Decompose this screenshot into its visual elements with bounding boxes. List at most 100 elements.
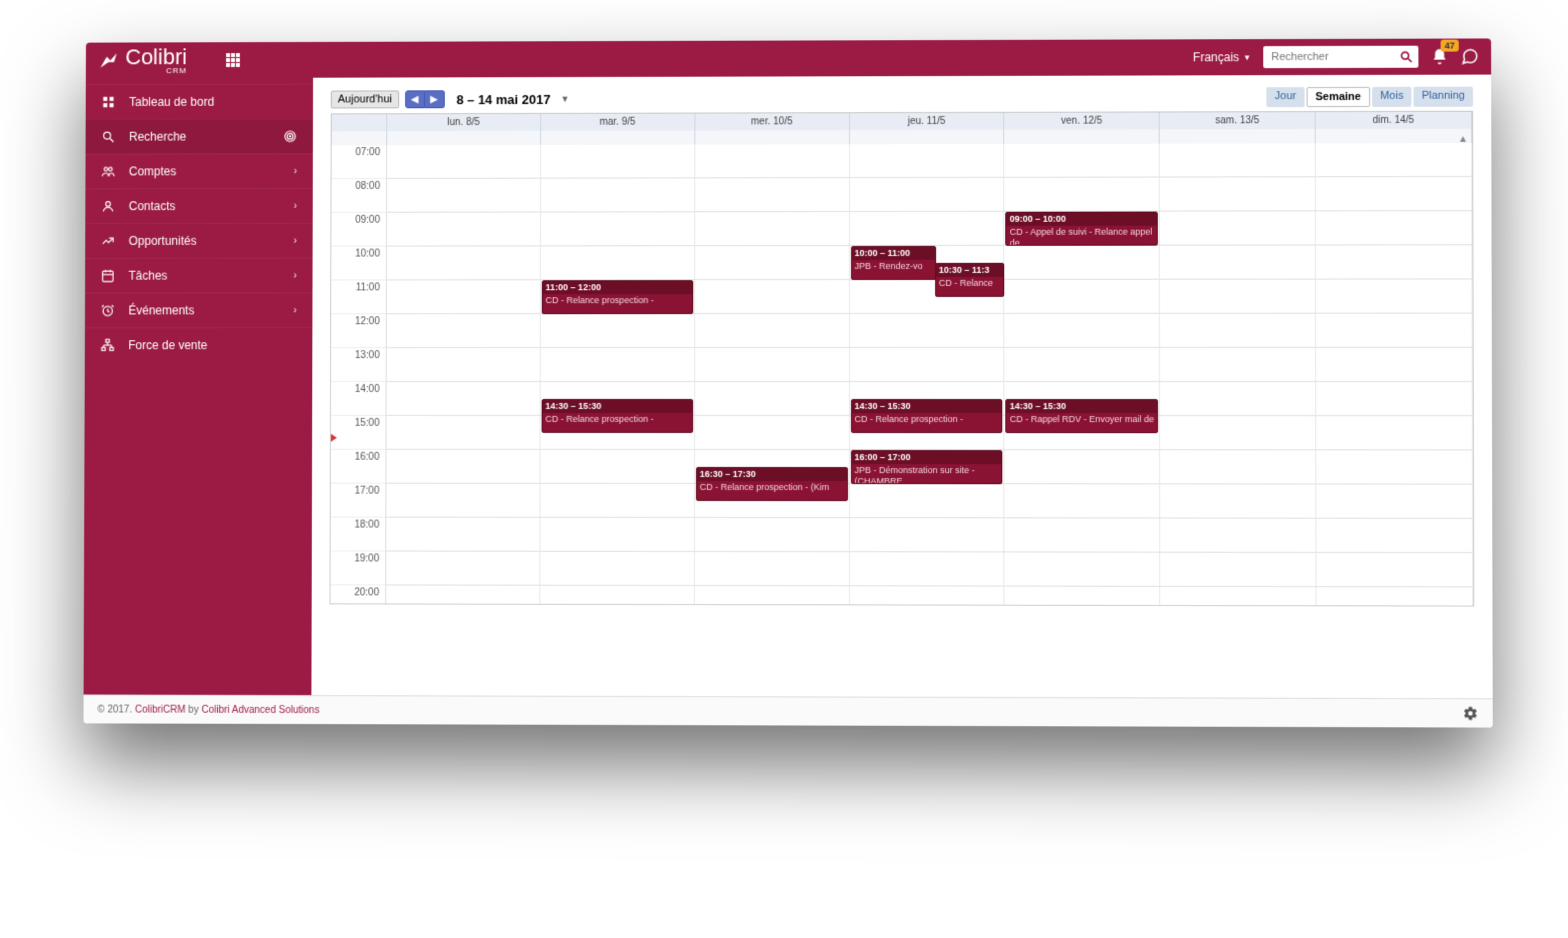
day-cell[interactable] [540, 518, 694, 552]
day-cell[interactable] [1316, 279, 1472, 313]
day-cell[interactable] [695, 348, 850, 382]
day-cell[interactable] [1160, 519, 1316, 553]
view-month[interactable]: Mois [1372, 87, 1412, 107]
day-cell[interactable] [1317, 587, 1474, 605]
day-cell[interactable] [1160, 450, 1316, 484]
day-cell[interactable] [386, 585, 540, 605]
day-cell[interactable] [850, 144, 1005, 178]
calendar-event[interactable]: 16:30 – 17:30CD - Relance prospection - … [696, 467, 848, 501]
calendar-event[interactable]: 14:30 – 15:30CD - Relance prospection - [851, 399, 1003, 433]
day-cell[interactable] [849, 586, 1004, 605]
day-cell[interactable] [540, 586, 695, 606]
nav-contacts[interactable]: Contacts › [85, 188, 312, 223]
day-header[interactable]: mar. 9/5 [541, 114, 695, 131]
day-cell[interactable] [1160, 211, 1316, 245]
day-cell[interactable] [1316, 382, 1473, 416]
calendar-event[interactable]: 11:00 – 12:00CD - Relance prospection - [542, 280, 693, 314]
day-cell[interactable] [386, 416, 540, 450]
footer-app-link[interactable]: ColibriCRM [135, 704, 186, 715]
day-cell[interactable] [1316, 245, 1472, 279]
day-cell[interactable] [540, 450, 694, 484]
day-cell[interactable] [695, 552, 850, 586]
day-cell[interactable] [540, 484, 694, 518]
day-cell[interactable] [695, 382, 850, 416]
day-cell[interactable] [1005, 587, 1161, 606]
day-header[interactable]: sam. 13/5 [1160, 112, 1316, 129]
date-dropdown-icon[interactable]: ▼ [560, 94, 569, 104]
brand-logo[interactable]: Colibri CRM [98, 46, 187, 75]
day-cell[interactable] [541, 314, 695, 348]
day-cell[interactable] [850, 348, 1005, 382]
day-cell[interactable] [1316, 314, 1472, 348]
day-cell[interactable] [386, 552, 540, 586]
today-button[interactable]: Aujourd'hui [331, 90, 399, 108]
day-cell[interactable] [387, 246, 541, 280]
calendar-scroll[interactable]: 07:0008:0009:0010:0011:0012:0013:0014:00… [331, 143, 1474, 606]
day-header[interactable]: jeu. 11/5 [850, 113, 1005, 130]
day-cell[interactable] [695, 416, 850, 450]
day-cell[interactable] [695, 144, 850, 178]
search-button[interactable] [1394, 46, 1418, 68]
settings-icon[interactable] [1462, 705, 1478, 721]
day-cell[interactable] [541, 246, 695, 280]
view-planning[interactable]: Planning [1414, 87, 1473, 107]
day-cell[interactable] [1005, 450, 1161, 484]
day-cell[interactable] [1005, 484, 1161, 518]
day-header[interactable]: ven. 12/5 [1005, 112, 1160, 129]
day-cell[interactable] [1317, 519, 1474, 553]
day-cell[interactable] [1160, 143, 1316, 177]
day-cell[interactable] [387, 382, 541, 416]
day-cell[interactable] [850, 314, 1005, 348]
day-cell[interactable] [1005, 518, 1161, 552]
day-cell[interactable] [1160, 280, 1316, 314]
day-cell[interactable] [540, 552, 694, 586]
day-cell[interactable] [849, 552, 1004, 586]
day-cell[interactable] [541, 178, 695, 212]
day-cell[interactable] [1005, 246, 1161, 280]
day-cell[interactable] [1005, 178, 1160, 212]
apps-icon[interactable] [226, 53, 240, 67]
day-cell[interactable] [387, 179, 541, 213]
footer-company-link[interactable]: Colibri Advanced Solutions [201, 704, 319, 715]
day-cell[interactable] [695, 586, 850, 606]
day-cell[interactable] [387, 145, 541, 179]
day-cell[interactable] [1005, 144, 1160, 178]
calendar-event[interactable]: 09:00 – 10:00CD - Appel de suivi - Relan… [1006, 212, 1158, 246]
day-cell[interactable] [1316, 485, 1473, 519]
day-cell[interactable] [695, 314, 850, 348]
calendar-event[interactable]: 10:00 – 11:00JPB - Rendez-vo [851, 246, 936, 280]
nav-dashboard[interactable]: Tableau de bord [86, 84, 313, 119]
day-cell[interactable] [1316, 211, 1472, 245]
language-selector[interactable]: Français ▼ [1193, 50, 1251, 64]
calendar-event[interactable]: 14:30 – 15:30CD - Relance prospection - [541, 399, 692, 433]
day-cell[interactable] [1005, 552, 1161, 586]
prev-button[interactable]: ◀ [405, 90, 425, 108]
day-cell[interactable] [1316, 177, 1472, 211]
nav-accounts[interactable]: Comptes › [85, 153, 312, 188]
day-cell[interactable] [1160, 416, 1316, 450]
nav-search[interactable]: Recherche [86, 118, 313, 153]
day-cell[interactable] [1316, 416, 1473, 450]
next-button[interactable]: ▶ [425, 90, 445, 108]
view-week[interactable]: Semaine [1306, 87, 1370, 107]
day-cell[interactable] [1160, 177, 1316, 211]
day-cell[interactable] [541, 212, 695, 246]
day-cell[interactable] [1316, 450, 1473, 484]
day-cell[interactable] [695, 212, 850, 246]
day-cell[interactable] [695, 246, 850, 280]
search-input[interactable] [1263, 51, 1394, 63]
day-cell[interactable] [1160, 245, 1316, 279]
day-cell[interactable] [387, 213, 541, 247]
day-cell[interactable] [386, 518, 540, 552]
view-day[interactable]: Jour [1267, 87, 1305, 107]
day-cell[interactable] [850, 212, 1005, 246]
day-cell[interactable] [1160, 484, 1316, 518]
day-cell[interactable] [1160, 553, 1316, 587]
day-cell[interactable] [541, 348, 695, 382]
nav-org[interactable]: Force de vente [85, 327, 313, 362]
day-cell[interactable] [695, 518, 850, 552]
day-cell[interactable] [695, 280, 850, 314]
day-cell[interactable] [1160, 314, 1316, 348]
day-cell[interactable] [1160, 348, 1316, 382]
calendar-event[interactable]: 10:30 – 11:3CD - Relance [935, 263, 1005, 297]
